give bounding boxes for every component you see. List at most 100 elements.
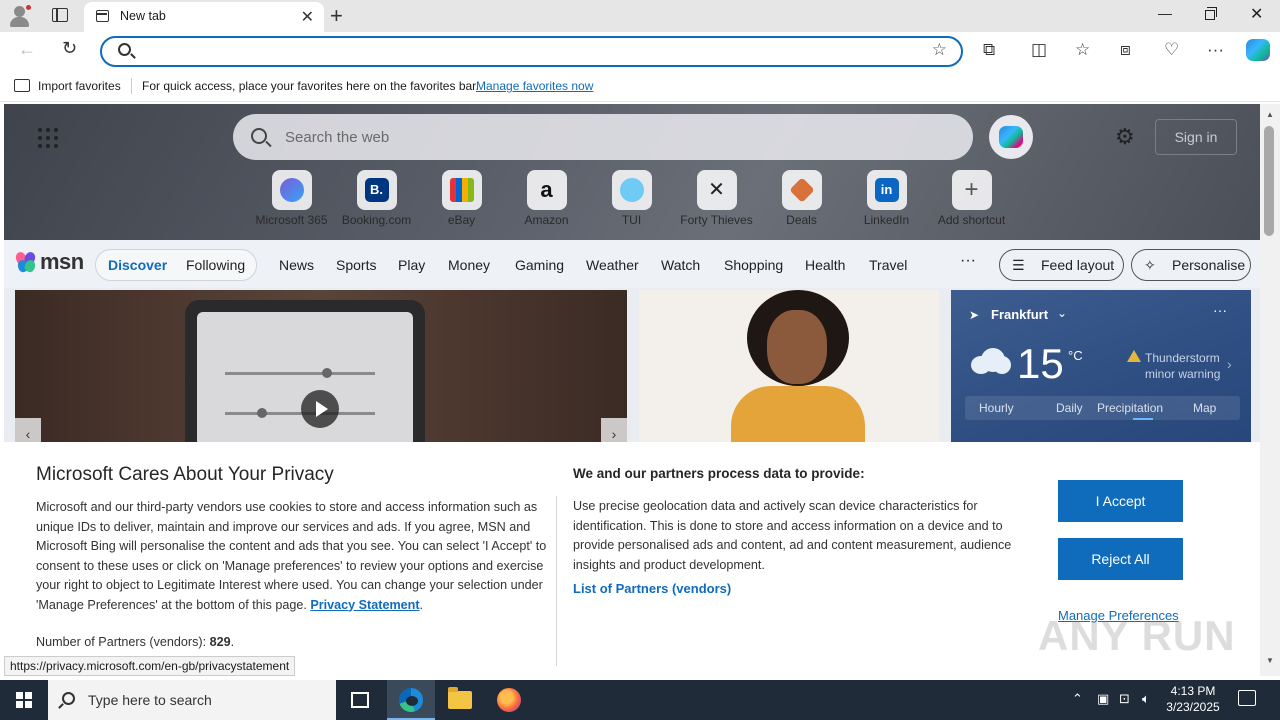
nav-play[interactable]: Play [398, 257, 425, 273]
shortcut-label: Add shortcut [937, 213, 1006, 227]
nav-travel[interactable]: Travel [869, 257, 907, 273]
news-image-card[interactable] [639, 290, 939, 450]
address-bar[interactable]: ☆ [100, 36, 963, 67]
weather-warning[interactable]: Thunderstorm minor warning [1145, 350, 1220, 382]
more-icon[interactable]: ··· [1213, 302, 1227, 318]
tab-map[interactable]: Map [1193, 401, 1216, 415]
browser-essentials-icon[interactable]: ♡ [1164, 40, 1179, 60]
import-favorites-button[interactable]: Import favorites [38, 79, 121, 93]
page-scrollbar[interactable]: ▲ ▼ [1260, 104, 1280, 676]
nav-watch[interactable]: Watch [661, 257, 700, 273]
favorites-icon[interactable]: ☆ [1075, 40, 1090, 60]
manage-favorites-link[interactable]: Manage favorites now [476, 79, 593, 93]
windows-start-icon[interactable] [16, 692, 32, 708]
nav-health[interactable]: Health [805, 257, 845, 273]
weather-unit[interactable]: °C [1068, 348, 1083, 363]
weather-tabs: Hourly Daily Precipitation Map [965, 396, 1240, 420]
chevron-right-icon[interactable]: › [1227, 356, 1232, 372]
firefox-button[interactable] [485, 680, 533, 720]
shortcut-microsoft-365[interactable]: Microsoft 365 [249, 170, 334, 227]
shortcut-label: Booking.com [341, 213, 412, 227]
scroll-thumb[interactable] [1264, 126, 1274, 236]
web-search-input[interactable] [285, 126, 945, 148]
sign-in-button[interactable]: Sign in [1155, 119, 1237, 155]
accept-button[interactable]: I Accept [1058, 480, 1183, 522]
new-tab-page-icon [96, 10, 109, 22]
tab-actions-icon[interactable] [52, 8, 68, 22]
active-tab-indicator [1133, 418, 1153, 420]
feed-layout-button[interactable]: ☰ Feed layout [999, 249, 1124, 281]
weather-card[interactable]: ➤ Frankfurt ⌄ ··· 15 °C Thunderstorm min… [951, 290, 1251, 450]
tab-new-tab[interactable]: New tab ✕ [84, 2, 324, 32]
play-icon[interactable] [301, 390, 339, 428]
microsoft-365-icon [279, 178, 304, 202]
shortcut-linkedin[interactable]: in LinkedIn [844, 170, 929, 227]
split-screen-icon[interactable]: ◫ [1031, 40, 1047, 60]
shortcut-deals[interactable]: Deals [759, 170, 844, 227]
extensions-icon[interactable]: ⧉ [983, 40, 995, 60]
tab-precipitation[interactable]: Precipitation [1097, 401, 1163, 415]
weather-city[interactable]: Frankfurt [991, 307, 1048, 322]
back-icon[interactable]: ← [18, 39, 36, 60]
msn-logo[interactable]: msn [14, 248, 84, 278]
tab-hourly[interactable]: Hourly [979, 401, 1014, 415]
divider [131, 78, 132, 94]
copilot-icon[interactable] [1246, 39, 1270, 61]
list-of-partners-link[interactable]: List of Partners (vendors) [573, 581, 731, 596]
copilot-button[interactable] [989, 115, 1033, 159]
shortcut-amazon[interactable]: a Amazon [504, 170, 589, 227]
sliders-icon: ☰ [1012, 257, 1025, 273]
web-search-box[interactable] [233, 114, 973, 160]
collections-icon[interactable]: ⧈ [1120, 40, 1131, 60]
msn-nav-bar: msn Discover Following News Sports Play … [4, 240, 1260, 288]
clock[interactable]: 4:13 PM 3/23/2025 [1160, 683, 1226, 715]
add-shortcut-button[interactable]: + Add shortcut [929, 170, 1014, 227]
tab-discover[interactable]: Discover [108, 257, 167, 273]
close-tab-icon[interactable]: ✕ [301, 7, 314, 27]
device-icon[interactable]: ▣ [1097, 691, 1109, 707]
reject-all-button[interactable]: Reject All [1058, 538, 1183, 580]
file-explorer-button[interactable] [436, 680, 484, 720]
edge-taskbar-button[interactable] [387, 680, 435, 720]
nav-shopping[interactable]: Shopping [724, 257, 783, 273]
more-menu-icon[interactable]: ··· [1207, 40, 1224, 60]
chevron-down-icon[interactable]: ⌄ [1057, 306, 1067, 320]
video-card[interactable]: ‹ › [15, 290, 627, 450]
task-view-button[interactable] [336, 680, 384, 720]
shortcut-booking[interactable]: B. Booking.com [334, 170, 419, 227]
nav-gaming[interactable]: Gaming [515, 257, 564, 273]
reload-icon[interactable]: ↻ [62, 38, 77, 59]
notifications-icon[interactable] [1238, 690, 1256, 706]
window-close-icon[interactable]: ✕ [1250, 4, 1263, 24]
location-arrow-icon: ➤ [969, 308, 980, 322]
gear-icon[interactable]: ⚙ [1115, 124, 1135, 150]
msn-logo-text: msn [40, 249, 84, 274]
profile-icon[interactable] [8, 4, 32, 28]
feed-layout-label: Feed layout [1041, 257, 1115, 273]
network-icon[interactable]: ⊡ [1119, 691, 1130, 707]
minimize-icon[interactable]: — [1158, 5, 1172, 21]
more-icon[interactable]: ··· [960, 252, 976, 270]
privacy-consent-banner: Microsoft Cares About Your Privacy Micro… [4, 442, 1260, 676]
app-launcher-icon[interactable] [38, 128, 58, 148]
tablet-image [185, 300, 425, 450]
tab-daily[interactable]: Daily [1056, 401, 1083, 415]
taskbar-search[interactable]: Type here to search [48, 680, 336, 720]
nav-money[interactable]: Money [448, 257, 490, 273]
scroll-down-icon[interactable]: ▼ [1266, 656, 1274, 665]
shortcut-forty-thieves[interactable]: ✕ Forty Thieves [674, 170, 759, 227]
nav-weather[interactable]: Weather [586, 257, 639, 273]
volume-icon[interactable]: 🔈︎ [1142, 691, 1150, 707]
new-tab-button[interactable]: + [330, 3, 343, 29]
tab-following[interactable]: Following [186, 257, 245, 273]
favorite-star-icon[interactable]: ☆ [932, 40, 947, 60]
personalise-button[interactable]: ✧ Personalise [1131, 249, 1251, 281]
nav-news[interactable]: News [279, 257, 314, 273]
scroll-up-icon[interactable]: ▲ [1266, 110, 1274, 119]
shortcut-ebay[interactable]: eBay [419, 170, 504, 227]
shortcut-tui[interactable]: TUI [589, 170, 674, 227]
nav-sports[interactable]: Sports [336, 257, 376, 273]
privacy-statement-link[interactable]: Privacy Statement [310, 598, 419, 612]
chevron-up-icon[interactable]: ⌃ [1072, 691, 1083, 707]
restore-icon[interactable] [1205, 7, 1217, 20]
